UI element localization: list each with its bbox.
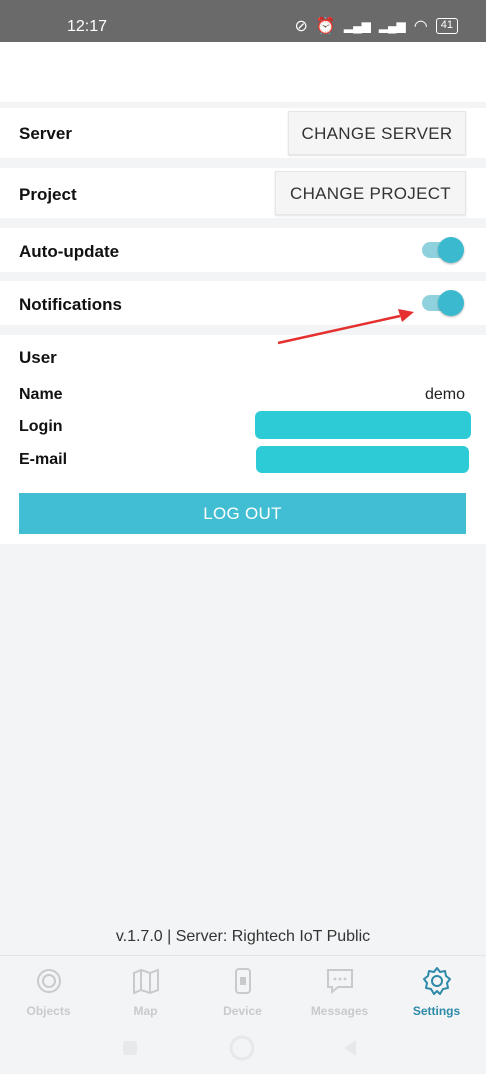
messages-icon [327,969,353,995]
login-label: Login [19,418,63,435]
home-button[interactable] [229,1035,255,1061]
status-bar: 12:17 ⊘ ⏰ ▂▄▆ ▂▄▆ ◠ 41 [0,0,486,42]
server-label: Server [19,124,72,143]
notifications-label: Notifications [19,295,122,314]
tab-label: Objects [26,1004,71,1018]
notifications-row: Notifications [0,281,486,325]
tab-messages[interactable]: Messages [291,956,388,1031]
bottom-tab-bar: Objects Map Device Messages Settings [0,955,486,1030]
toggle-thumb [438,237,464,263]
tab-label: Device [223,1004,262,1018]
logout-button[interactable]: LOG OUT [19,493,466,534]
signal-icon: ▂▄▆ [343,19,371,33]
name-label: Name [19,386,63,403]
tab-settings[interactable]: Settings [388,956,485,1031]
project-label: Project [19,185,77,204]
tab-label: Settings [412,1004,461,1018]
alarm-icon: ⏰ [315,18,336,35]
back-button[interactable] [344,1040,356,1056]
login-value-redacted [255,411,471,439]
user-heading: User [19,348,57,367]
auto-update-row: Auto-update [0,228,486,272]
tab-objects[interactable]: Objects [0,956,97,1031]
battery-icon: 41 [435,18,458,34]
tab-label: Messages [310,1004,369,1018]
objects-icon [37,969,61,993]
email-value-redacted [256,446,469,473]
project-row: Project CHANGE PROJECT [0,168,486,218]
app-bar [0,42,486,102]
nav-buttons [123,1035,356,1061]
gear-icon [423,967,451,995]
map-icon [133,968,159,995]
notifications-toggle[interactable] [422,290,464,316]
tab-label: Map [133,1004,158,1018]
change-server-button[interactable]: CHANGE SERVER [288,111,466,155]
tab-device[interactable]: Device [194,956,291,1031]
auto-update-label: Auto-update [19,242,120,261]
wifi-icon: ◠ [413,18,428,35]
device-icon [235,968,251,994]
system-nav-bar [0,1030,486,1074]
tab-map[interactable]: Map [97,956,194,1031]
change-project-button[interactable]: CHANGE PROJECT [275,171,466,215]
email-label: E-mail [19,451,68,468]
signal-icon-2: ▂▄▆ [378,19,406,33]
server-row: Server CHANGE SERVER [0,108,486,158]
version-text: v.1.7.0 | Server: Rightech IoT Public [115,928,371,945]
name-value: demo [424,386,465,403]
status-time: 12:17 [67,18,108,35]
vibrate-off-icon: ⊘ [294,18,308,35]
toggle-thumb [438,290,464,316]
auto-update-toggle[interactable] [422,237,464,263]
recents-button[interactable] [123,1041,137,1055]
status-icons: ⊘ ⏰ ▂▄▆ ▂▄▆ ◠ 41 [295,16,458,36]
